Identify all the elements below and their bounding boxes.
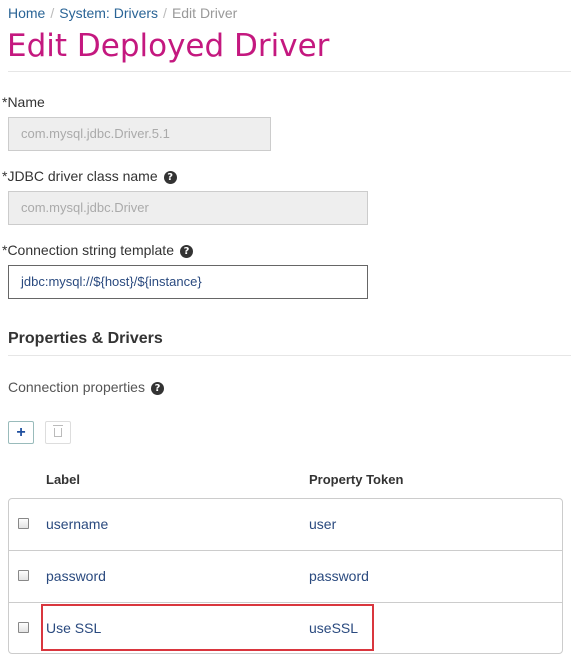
column-header-token[interactable]: Property Token [309, 472, 403, 488]
delete-property-button[interactable] [45, 421, 71, 444]
row-token: password [309, 568, 369, 584]
row-checkbox[interactable] [18, 622, 29, 633]
breadcrumb-drivers-link[interactable]: System: Drivers [59, 5, 158, 21]
question-circle-icon[interactable]: ? [180, 245, 193, 258]
conn-props-label-row: Connection properties? [8, 378, 164, 396]
add-property-button[interactable]: + [8, 421, 34, 444]
breadcrumb-current: Edit Driver [171, 5, 238, 21]
conn-string-input[interactable]: jdbc:mysql://${host}/${instance} [8, 265, 368, 299]
name-label: *Name [2, 94, 45, 110]
properties-section-title: Properties & Drivers [8, 330, 163, 347]
row-token: user [309, 516, 337, 532]
breadcrumb-separator: / [163, 5, 167, 21]
table-row[interactable]: username user [9, 499, 562, 551]
breadcrumb-home-link[interactable]: Home [8, 5, 45, 21]
title-divider [8, 71, 571, 72]
column-header-label[interactable]: Label [46, 472, 80, 488]
row-checkbox[interactable] [18, 570, 29, 581]
conn-string-label-row: *Connection string template? [2, 241, 193, 259]
row-label[interactable]: password [46, 567, 106, 585]
page-title: Edit Deployed Driver [7, 28, 330, 64]
question-circle-icon[interactable]: ? [163, 171, 177, 184]
conn-props-label: Connection properties [8, 379, 145, 395]
table-row[interactable]: password password [9, 550, 562, 603]
name-field: com.mysql.jdbc.Driver.5.1 [8, 117, 271, 151]
class-name-label: *JDBC driver class name [2, 168, 158, 184]
row-label[interactable]: username [46, 515, 108, 533]
highlight-box [41, 604, 374, 651]
trash-icon [53, 425, 63, 437]
breadcrumb-separator: / [50, 5, 55, 21]
class-name-field: com.mysql.jdbc.Driver [8, 191, 368, 225]
breadcrumb: Home / System: Drivers / Edit Driver [8, 4, 237, 22]
question-circle-icon[interactable]: ? [150, 382, 164, 395]
row-checkbox[interactable] [18, 518, 29, 529]
class-name-label-row: *JDBC driver class name? [2, 167, 177, 185]
conn-string-label: *Connection string template [2, 242, 174, 258]
plus-icon: + [16, 424, 26, 441]
section-divider [8, 355, 571, 356]
